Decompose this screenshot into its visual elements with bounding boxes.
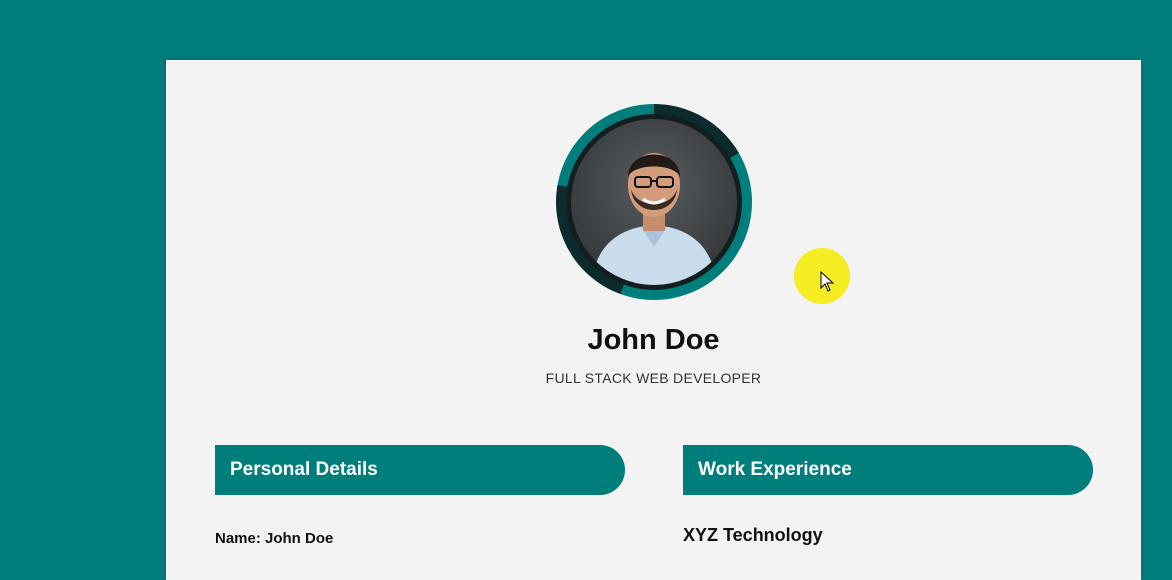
work-experience-header: Work Experience bbox=[683, 445, 1093, 495]
avatar-frame bbox=[566, 114, 742, 290]
personal-name-field: Name: John Doe bbox=[215, 530, 334, 547]
resume-page: John Doe FULL STACK WEB DEVELOPER Person… bbox=[166, 60, 1141, 580]
profile-avatar-ring bbox=[556, 104, 752, 300]
profile-name: John Doe bbox=[587, 324, 720, 356]
avatar-photo-illustration bbox=[591, 153, 717, 285]
mouse-pointer-icon bbox=[820, 270, 835, 298]
profile-title: FULL STACK WEB DEVELOPER bbox=[545, 370, 762, 386]
personal-details-header: Personal Details bbox=[215, 445, 625, 495]
work-company-name: XYZ Technology bbox=[683, 525, 823, 545]
avatar bbox=[571, 119, 737, 285]
